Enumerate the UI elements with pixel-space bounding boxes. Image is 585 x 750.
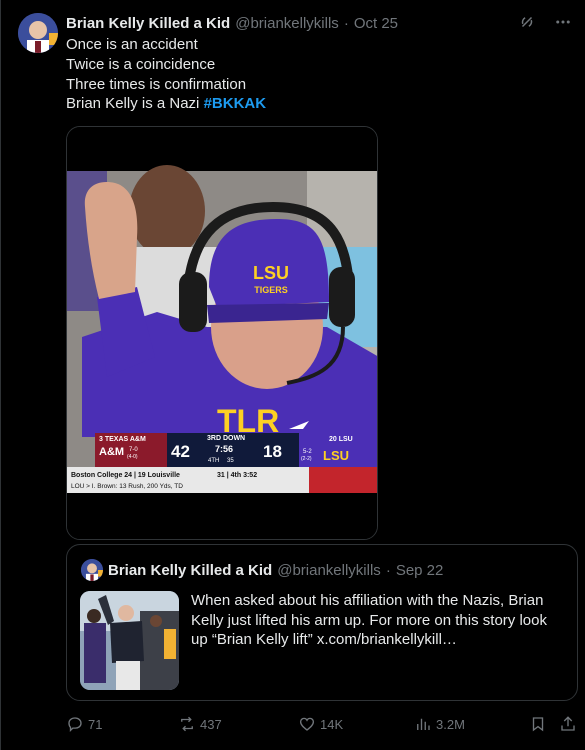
hashtag-link[interactable]: #BKKAK (204, 95, 267, 112)
away-conf-record: (4-0) (127, 454, 138, 460)
grok-icon[interactable] (517, 12, 537, 32)
post-media[interactable]: LSU TIGERS TLR 3 TEXAS A&M A&M 7-0 (4-0)… (66, 126, 378, 540)
quoted-post-text: When asked about his affiliation with th… (191, 592, 547, 648)
home-record: 5-2 (303, 449, 312, 455)
quoted-post[interactable]: Brian Kelly Killed a Kid @briankellykill… (66, 544, 578, 701)
post-date[interactable]: Oct 25 (354, 15, 398, 32)
reply-icon (68, 717, 82, 733)
away-abbrev: A&M (99, 446, 124, 458)
post-text-line-last: Brian Kelly is a Nazi #BKKAK (66, 94, 566, 114)
view-count: 3.2M (436, 716, 465, 732)
distance: 35 (227, 458, 234, 464)
author-handle[interactable]: @briankellykills (235, 15, 339, 32)
post-text-line: Once is an accident (66, 36, 198, 53)
repost-count: 437 (200, 716, 222, 732)
share-button[interactable] (559, 712, 577, 736)
cap-logo-subtext: TIGERS (254, 285, 288, 295)
share-icon (561, 716, 575, 731)
cap-logo-text: LSU (253, 263, 289, 283)
post-text-line: Three times is confirmation (66, 75, 247, 93)
quoted-avatar-image (81, 559, 103, 581)
post-text: Once is an accident Twice is a coinciden… (66, 35, 566, 114)
ticker-line-1: Boston College 24 | 19 Louisville (71, 472, 180, 479)
views-button[interactable]: 3.2M (414, 712, 465, 736)
reply-count: 71 (88, 716, 103, 732)
post-header: Brian Kelly Killed a Kid @briankellykill… (66, 13, 398, 33)
quoted-photo (80, 591, 179, 690)
tweet[interactable]: Brian Kelly Killed a Kid @briankellykill… (0, 0, 585, 750)
home-abbrev: LSU (323, 448, 349, 463)
bookmark-button[interactable] (529, 712, 547, 736)
header-separator: · (343, 14, 349, 32)
quoted-author-name: Brian Kelly Killed a Kid (108, 561, 273, 579)
away-score: 42 (171, 442, 190, 461)
repost-button[interactable]: 437 (178, 712, 222, 736)
game-clock: 7:56 (215, 444, 233, 454)
ticker-line-2: LOU > I. Brown: 13 Rush, 200 Yds, TD (71, 483, 183, 490)
quoted-media-thumbnail[interactable] (80, 591, 179, 690)
away-record: 7-0 (129, 447, 138, 453)
like-count: 14K (320, 716, 344, 732)
away-team-line: 3 TEXAS A&M (99, 436, 146, 443)
author-name[interactable]: Brian Kelly Killed a Kid (66, 15, 230, 32)
top-actions (517, 12, 573, 32)
quoted-post-date: Sep 22 (395, 561, 444, 579)
bookmark-icon (532, 717, 544, 732)
action-bar: 71 437 14K 3.2M (66, 712, 585, 736)
like-icon (299, 717, 315, 731)
down-label: 3RD DOWN (207, 435, 245, 442)
home-score: 18 (263, 442, 282, 461)
quoted-author-handle: @briankellykills (277, 561, 381, 579)
post-text-line: Brian Kelly is a Nazi (66, 95, 200, 113)
home-conf-record: (2-2) (301, 456, 312, 462)
post-text-line: Twice is a coincidence (66, 55, 216, 73)
views-icon (417, 718, 430, 730)
repost-icon (181, 716, 193, 732)
quoted-post-header: Brian Kelly Killed a Kid @briankellykill… (108, 559, 443, 581)
broadcast-photo: LSU TIGERS TLR 3 TEXAS A&M A&M 7-0 (4-0)… (67, 127, 377, 539)
author-avatar[interactable] (18, 13, 58, 53)
more-icon[interactable] (553, 12, 573, 32)
ticker-line-1-right: 31 | 4th 3:52 (217, 472, 257, 479)
quoted-author-avatar[interactable] (81, 559, 103, 581)
like-button[interactable]: 14K (298, 712, 343, 736)
avatar-image (18, 13, 58, 53)
quarter: 4TH (208, 458, 219, 464)
quoted-header-separator: · (385, 561, 391, 579)
reply-button[interactable]: 71 (66, 712, 102, 736)
home-team-line: 20 LSU (329, 436, 353, 443)
